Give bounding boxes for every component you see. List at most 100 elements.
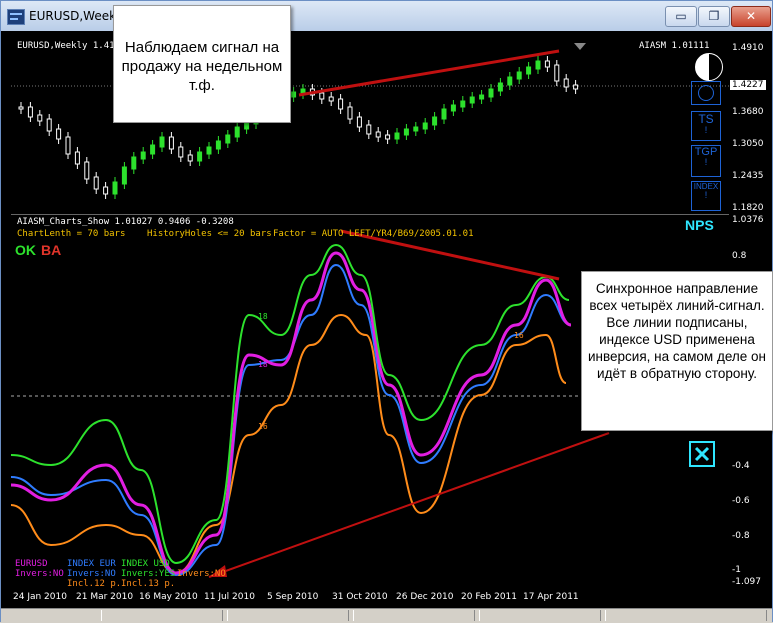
- aiasm-indicator-label: AIASM 1.01111: [639, 41, 710, 51]
- status-cell: [479, 610, 601, 621]
- candle-body: [197, 151, 203, 162]
- invers-no-label-2: Invers:NO: [67, 569, 116, 579]
- candle-body: [244, 121, 250, 130]
- index-usd-series-label: INDEX USD: [121, 559, 170, 569]
- candle-body: [159, 136, 165, 148]
- candle-body: [347, 106, 353, 120]
- price-tick-4: 1.3050: [732, 139, 764, 149]
- price-tick-3: 1.3680: [732, 107, 764, 117]
- callout-arrow-line: [208, 432, 610, 578]
- price-tick-1: 1.4910: [732, 43, 764, 53]
- candle-body: [206, 146, 212, 155]
- candle-body: [140, 151, 146, 160]
- candle-body: [18, 106, 24, 110]
- candle-body: [103, 186, 109, 195]
- candle-body: [526, 66, 532, 75]
- candle-body: [121, 166, 127, 185]
- candle-body: [234, 126, 240, 138]
- eurusd-line: [11, 251, 572, 575]
- candle-body: [328, 96, 334, 102]
- indicator-tick-6: -1: [732, 565, 741, 575]
- candle-body: [150, 144, 156, 155]
- candle-body: [56, 128, 62, 140]
- candle-body: [403, 128, 409, 136]
- chart-window-icon: [7, 9, 25, 25]
- candle-body: [178, 146, 184, 158]
- date-tick: 31 Oct 2010: [332, 592, 388, 602]
- candle-body: [441, 108, 447, 120]
- candle-body: [74, 151, 80, 165]
- close-x-icon[interactable]: [689, 441, 715, 467]
- yin-yang-icon[interactable]: [695, 53, 723, 81]
- status-cell: [353, 610, 475, 621]
- candle-body: [385, 134, 391, 140]
- restore-button[interactable]: ❐: [698, 6, 730, 27]
- invers-no-label-3: Invers:NO: [177, 569, 226, 579]
- candle-body: [507, 76, 513, 86]
- candle-body: [225, 134, 231, 144]
- candle-body: [65, 136, 71, 155]
- candle-body: [187, 154, 193, 162]
- candle-body: [366, 124, 372, 135]
- indicator-tick-3: -0.4: [732, 461, 750, 471]
- candle-body: [394, 132, 400, 140]
- history-holes-label: HistoryHoles <= 20 bars: [147, 229, 272, 239]
- invers-no-label-1: Invers:NO: [15, 569, 64, 579]
- index-eur-line: [11, 263, 572, 577]
- date-tick: 17 Apr 2011: [523, 592, 579, 602]
- eurusd-series-label: EURUSD: [15, 559, 48, 569]
- invers-yes-label: Invers:YES: [121, 569, 176, 579]
- status-cell: [605, 610, 767, 621]
- aiasm-line: [11, 243, 570, 565]
- price-tick-5: 1.2435: [732, 171, 764, 181]
- chart-window: EURUSD,Weekly ▭ ❐ ✕ EURUSD,Weekly 1.41 A…: [0, 0, 773, 623]
- orange-line-label-right: 16: [514, 331, 524, 340]
- date-tick: 20 Feb 2011: [461, 592, 518, 602]
- candle-body: [84, 161, 90, 180]
- indicator-tick-7: -1.097: [732, 577, 762, 587]
- magenta-line-label: 18: [258, 360, 268, 369]
- candle-body: [215, 140, 221, 150]
- status-bar: [1, 608, 772, 623]
- candle-body: [37, 114, 43, 122]
- indicator-tick-4: -0.6: [732, 496, 750, 506]
- candle-body: [479, 94, 485, 100]
- candle-body: [375, 131, 381, 138]
- chart-length-label: ChartLenth = 70 bars: [17, 229, 126, 239]
- indicator-button-1[interactable]: [691, 81, 721, 105]
- price-tick-6: 1.1820: [732, 203, 764, 213]
- candle-body: [168, 136, 174, 150]
- green-line-label: 18: [258, 312, 268, 321]
- close-button[interactable]: ✕: [731, 6, 771, 27]
- candle-body: [46, 118, 52, 132]
- candle-body: [422, 122, 428, 130]
- index-button[interactable]: INDEX !: [691, 181, 721, 211]
- orange-line-label: 16: [258, 422, 268, 431]
- incl-label-1: Incl.12 p.: [67, 579, 122, 589]
- nps-label[interactable]: NPS: [685, 217, 714, 233]
- candle-body: [450, 104, 456, 112]
- window-title: EURUSD,Weekly: [29, 9, 127, 23]
- tgp-button[interactable]: TGP !: [691, 145, 721, 177]
- top-annotation-callout: Наблюдаем сигнал на продажу на недельном…: [113, 5, 291, 123]
- price-panel-header: EURUSD,Weekly 1.41: [17, 41, 115, 51]
- minimize-button[interactable]: ▭: [665, 6, 697, 27]
- date-tick: 16 May 2010: [139, 592, 198, 602]
- ba-label: BA: [41, 242, 62, 258]
- chart-shift-marker: [574, 43, 586, 50]
- candle-body: [573, 84, 579, 90]
- status-cell: [101, 610, 223, 621]
- ts-button[interactable]: TS !: [691, 111, 721, 141]
- candle-body: [112, 181, 118, 195]
- index-eur-series-label: INDEX EUR: [67, 559, 116, 569]
- candle-body: [27, 106, 33, 118]
- candle-body: [413, 126, 419, 132]
- incl-label-2: Incl.13 p.: [121, 579, 176, 589]
- candle-body: [535, 60, 541, 70]
- candle-body: [544, 60, 550, 68]
- indicator-tick-1: 1.0376: [732, 215, 764, 225]
- candle-body: [554, 64, 560, 82]
- candle-body: [93, 176, 99, 190]
- indicator-header: AIASM_Charts_Show 1.01027 0.9406 -0.3208: [17, 217, 234, 227]
- candle-body: [460, 100, 466, 108]
